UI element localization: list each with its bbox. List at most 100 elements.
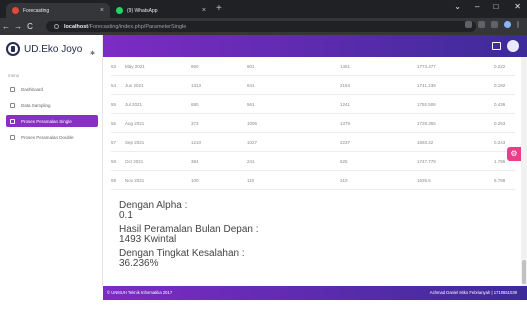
table-row: 59 Nov 2021 100 110 210 1635.5 6.788 — [111, 171, 515, 190]
user-avatar[interactable] — [507, 40, 519, 52]
dashboard-icon — [10, 86, 15, 92]
bookmark-star-icon[interactable] — [491, 21, 498, 28]
alpha-label: Dengan Alpha : — [119, 200, 188, 211]
table-cell: May 2021 — [125, 64, 145, 69]
tab-close-icon[interactable]: × — [202, 7, 206, 14]
table-row: 57 Sep 2021 1210 1027 2237 1693.42 0.243 — [111, 133, 515, 152]
sidebar-pin-icon[interactable]: ✱ — [90, 50, 95, 57]
table-row: 58 Oct 2021 384 241 625 1747.778 1.796 — [111, 152, 515, 171]
table-cell: 1006 — [247, 121, 258, 126]
table-cell: Jul 2021 — [125, 102, 143, 107]
table-cell: 0.253 — [494, 121, 506, 126]
table-cell: 1241 — [340, 102, 351, 107]
close-window-button[interactable]: ✕ — [514, 2, 521, 11]
sidebar-item-label: Proses Peramalan Double — [21, 134, 74, 140]
menu-kebab-icon[interactable] — [517, 21, 519, 28]
table-cell: 801 — [247, 64, 255, 69]
url-host: localhost — [64, 23, 89, 30]
table-cell: 57 — [111, 140, 117, 145]
chart-icon — [10, 118, 15, 124]
error-result: Dengan Tingkat Kesalahan : 36.236% — [119, 249, 499, 269]
forward-button[interactable]: → — [12, 22, 24, 31]
table-cell: 0.192 — [494, 83, 506, 88]
sidebar-item-label: Dashboard — [21, 86, 44, 92]
scrollbar-thumb[interactable] — [522, 260, 526, 284]
forecast-results: Dengan Alpha : 0.1 Hasil Peramalan Bulan… — [119, 201, 499, 273]
tab-search-icon[interactable]: ⌄ — [454, 2, 461, 11]
sidebar-item-peramalan-double[interactable]: Proses Peramalan Double — [6, 131, 98, 143]
table-cell: 373 — [191, 121, 199, 126]
bottom-strip — [0, 300, 527, 312]
forecast-result: Hasil Peramalan Bulan Depan : 1493 Kwint… — [119, 225, 499, 245]
tab-close-icon[interactable]: × — [100, 7, 104, 14]
footer-copyright: © UNMUH Teknik Informatika 2017 — [107, 290, 173, 295]
table-cell: 2237 — [340, 140, 351, 145]
table-cell: 1027 — [247, 140, 258, 145]
table-cell: Sep 2021 — [125, 140, 145, 145]
table-cell: 110 — [247, 178, 255, 183]
table-cell: 58 — [111, 159, 117, 164]
sidebar-item-peramalan-single[interactable]: Proses Peramalan Single — [6, 115, 98, 127]
url-input[interactable]: localhost/Forecasting/index.php/Paramete… — [46, 21, 476, 32]
table-cell: Aug 2021 — [125, 121, 145, 126]
minimize-button[interactable]: – — [475, 2, 479, 11]
top-navbar — [103, 35, 527, 57]
maximize-button[interactable]: □ — [493, 2, 498, 11]
database-icon — [10, 102, 15, 108]
reload-button[interactable]: C — [24, 22, 36, 31]
table-cell: Oct 2021 — [125, 159, 144, 164]
alpha-result: Dengan Alpha : 0.1 — [119, 201, 499, 221]
sidebar-item-data-sampling[interactable]: Data Sampling — [6, 99, 98, 111]
forecast-value: 1493 Kwintal — [119, 234, 177, 245]
mail-icon[interactable] — [492, 42, 501, 50]
whatsapp-icon — [116, 7, 123, 14]
table-cell: 680 — [191, 102, 199, 107]
tab-forecasting[interactable]: Forecasting × — [6, 3, 110, 18]
brand-logo-icon — [6, 42, 20, 56]
table-row: 56 Aug 2021 373 1006 1379 1728.355 0.253 — [111, 114, 515, 133]
zoom-icon[interactable] — [465, 21, 472, 28]
table-cell: 625 — [340, 159, 348, 164]
table-cell: 1635.5 — [417, 178, 431, 183]
back-button[interactable]: ← — [0, 22, 12, 31]
page-scrollbar[interactable] — [521, 57, 527, 286]
table-cell: 1747.778 — [417, 159, 436, 164]
table-cell: 6.788 — [494, 178, 506, 183]
error-value: 36.236% — [119, 258, 159, 269]
table-cell: 1693.42 — [417, 140, 434, 145]
table-cell: 210 — [340, 178, 348, 183]
new-tab-button[interactable]: + — [216, 3, 222, 15]
site-info-icon[interactable] — [54, 24, 59, 29]
tab-whatsapp[interactable]: (9) WhatsApp × — [110, 3, 212, 18]
table-cell: 59 — [111, 178, 117, 183]
window-controls: ⌄ – □ ✕ — [454, 2, 521, 11]
tab-title: (9) WhatsApp — [127, 7, 158, 14]
table-cell: 1728.355 — [417, 121, 436, 126]
table-cell: 55 — [111, 102, 117, 107]
table-row: 54 Jun 2021 1313 841 2154 1741.239 0.192 — [111, 76, 515, 95]
table-cell: 1379 — [340, 121, 351, 126]
brand[interactable]: UD.Eko Joyo — [6, 42, 82, 56]
table-cell: 1313 — [191, 83, 202, 88]
alpha-value: 0.1 — [119, 210, 133, 221]
table-cell: 1210 — [191, 140, 202, 145]
settings-gear-icon[interactable]: ⚙ — [507, 147, 521, 161]
sidebar-item-dashboard[interactable]: Dashboard — [6, 83, 98, 95]
table-cell: 1451 — [340, 64, 351, 69]
chart-icon — [10, 134, 15, 140]
table-cell: 53 — [111, 64, 117, 69]
browser-tab-bar: Forecasting × (9) WhatsApp × + ⌄ – □ ✕ — [0, 0, 527, 18]
error-label: Dengan Tingkat Kesalahan : — [119, 248, 245, 259]
share-icon[interactable] — [478, 21, 485, 28]
table-cell: 384 — [191, 159, 199, 164]
table-cell: 0.243 — [494, 140, 506, 145]
table-cell: 561 — [247, 102, 255, 107]
table-cell: 100 — [191, 178, 199, 183]
forecast-label: Hasil Peramalan Bulan Depan : — [119, 224, 259, 235]
table-cell: 56 — [111, 121, 117, 126]
extension-icon[interactable] — [504, 21, 511, 28]
table-cell: 1773.477 — [417, 64, 436, 69]
table-cell: 1741.239 — [417, 83, 436, 88]
table-cell: 2154 — [340, 83, 351, 88]
table-row: 53 May 2021 850 801 1451 1773.477 0.222 — [111, 57, 515, 76]
